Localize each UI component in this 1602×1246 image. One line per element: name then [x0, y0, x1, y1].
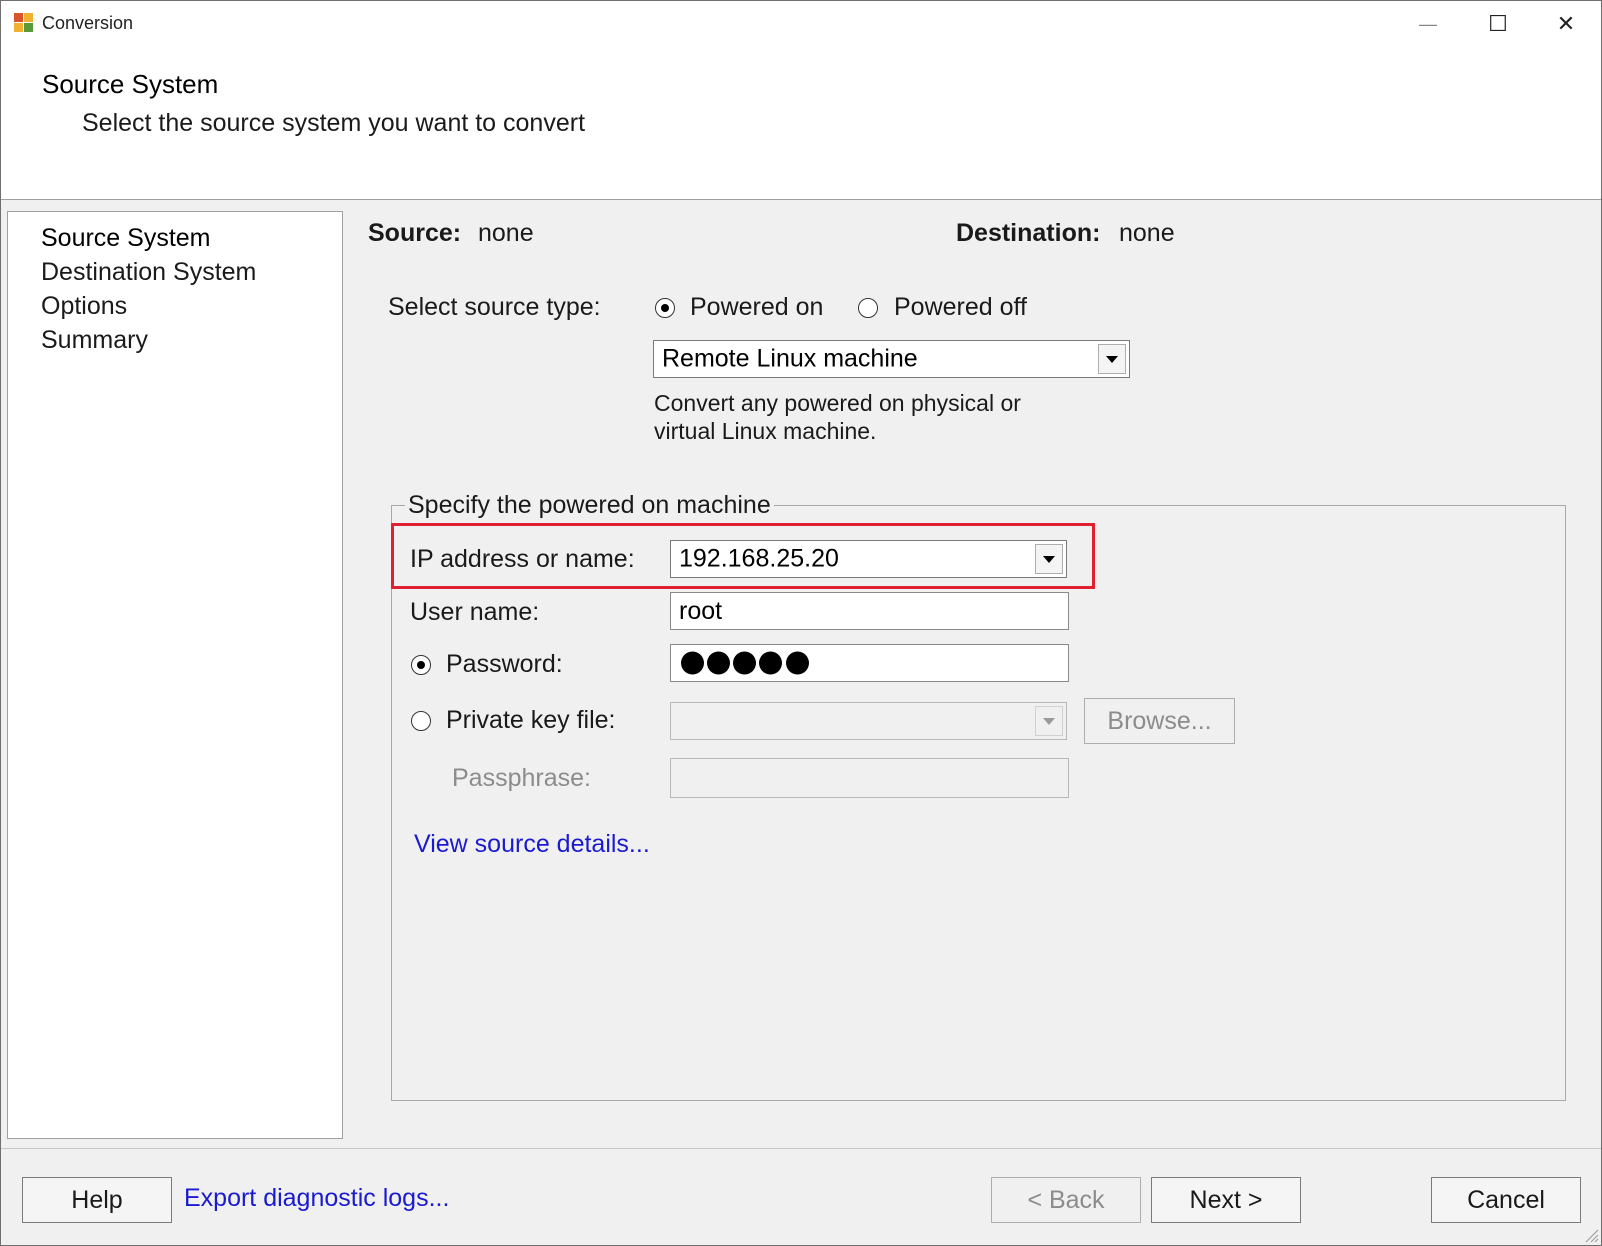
- minimize-icon: —: [1419, 13, 1437, 34]
- username-field[interactable]: [670, 592, 1069, 630]
- view-source-details-link[interactable]: View source details...: [414, 830, 650, 859]
- chevron-down-icon[interactable]: [1035, 706, 1063, 736]
- machine-type-value: Remote Linux machine: [662, 344, 918, 373]
- footer-divider: [1, 1148, 1601, 1149]
- ip-address-combobox[interactable]: 192.168.25.20: [670, 540, 1067, 578]
- title-bar: Conversion — ☐ ✕: [1, 1, 1601, 47]
- source-value: none: [478, 219, 534, 247]
- nav-item-source-system[interactable]: Source System: [41, 224, 211, 253]
- source-type-label: Select source type:: [388, 293, 601, 321]
- nav-item-summary[interactable]: Summary: [41, 326, 148, 355]
- browse-button[interactable]: Browse...: [1084, 698, 1235, 744]
- close-icon: ✕: [1556, 11, 1576, 36]
- password-mask-dot: [681, 651, 704, 675]
- private-key-radio[interactable]: [411, 711, 431, 731]
- page-subtitle: Select the source system you want to con…: [82, 109, 586, 137]
- wizard-steps-panel: Source System Destination System Options…: [7, 211, 343, 1139]
- username-input[interactable]: [671, 593, 1068, 629]
- conversion-app-icon: [14, 13, 35, 34]
- chevron-down-icon[interactable]: [1098, 344, 1126, 374]
- private-key-file-combobox[interactable]: [670, 702, 1067, 740]
- destination-label: Destination:: [956, 219, 1101, 247]
- powered-on-radio[interactable]: [655, 298, 675, 318]
- nav-item-destination-system[interactable]: Destination System: [41, 258, 256, 287]
- cancel-button[interactable]: Cancel: [1431, 1177, 1581, 1223]
- password-mask-dot: [759, 651, 782, 675]
- source-label: Source:: [368, 219, 462, 247]
- wizard-header: Source System Select the source system y…: [1, 47, 1601, 200]
- passphrase-input[interactable]: [671, 759, 1068, 797]
- next-button[interactable]: Next >: [1151, 1177, 1301, 1223]
- nav-item-options[interactable]: Options: [41, 292, 127, 321]
- source-type-description-2: virtual Linux machine.: [654, 418, 877, 444]
- password-mask: [681, 651, 809, 675]
- passphrase-field[interactable]: [670, 758, 1069, 798]
- ip-address-value[interactable]: 192.168.25.20: [679, 545, 839, 574]
- username-label: User name:: [410, 598, 540, 626]
- password-radio[interactable]: [411, 655, 431, 675]
- ip-address-label: IP address or name:: [410, 545, 635, 573]
- powered-on-label[interactable]: Powered on: [690, 293, 823, 322]
- chevron-down-icon[interactable]: [1035, 544, 1063, 574]
- page-title: Source System: [42, 69, 219, 99]
- resize-grip-icon[interactable]: [1583, 1227, 1599, 1243]
- password-mask-dot: [707, 651, 730, 675]
- conversion-window: Conversion — ☐ ✕ Source System Select th…: [0, 0, 1602, 1246]
- help-button[interactable]: Help: [22, 1177, 172, 1223]
- private-key-label[interactable]: Private key file:: [446, 706, 616, 735]
- minimize-button[interactable]: —: [1393, 1, 1463, 47]
- machine-type-select[interactable]: Remote Linux machine: [653, 340, 1130, 378]
- destination-value: none: [1119, 219, 1175, 247]
- passphrase-label: Passphrase:: [452, 764, 591, 792]
- window-title: Conversion: [42, 13, 134, 33]
- group-legend: Specify the powered on machine: [405, 491, 774, 520]
- powered-off-label[interactable]: Powered off: [894, 293, 1027, 322]
- source-type-description-1: Convert any powered on physical or: [654, 390, 1021, 416]
- back-button[interactable]: < Back: [991, 1177, 1141, 1223]
- powered-off-radio[interactable]: [858, 298, 878, 318]
- maximize-button[interactable]: ☐: [1463, 1, 1533, 47]
- export-diagnostic-logs-link[interactable]: Export diagnostic logs...: [184, 1184, 449, 1213]
- password-mask-dot: [733, 651, 756, 675]
- password-field[interactable]: [670, 644, 1069, 682]
- maximize-icon: ☐: [1488, 11, 1508, 36]
- password-label[interactable]: Password:: [446, 650, 563, 679]
- text-caret: [786, 651, 809, 675]
- close-button[interactable]: ✕: [1531, 1, 1601, 47]
